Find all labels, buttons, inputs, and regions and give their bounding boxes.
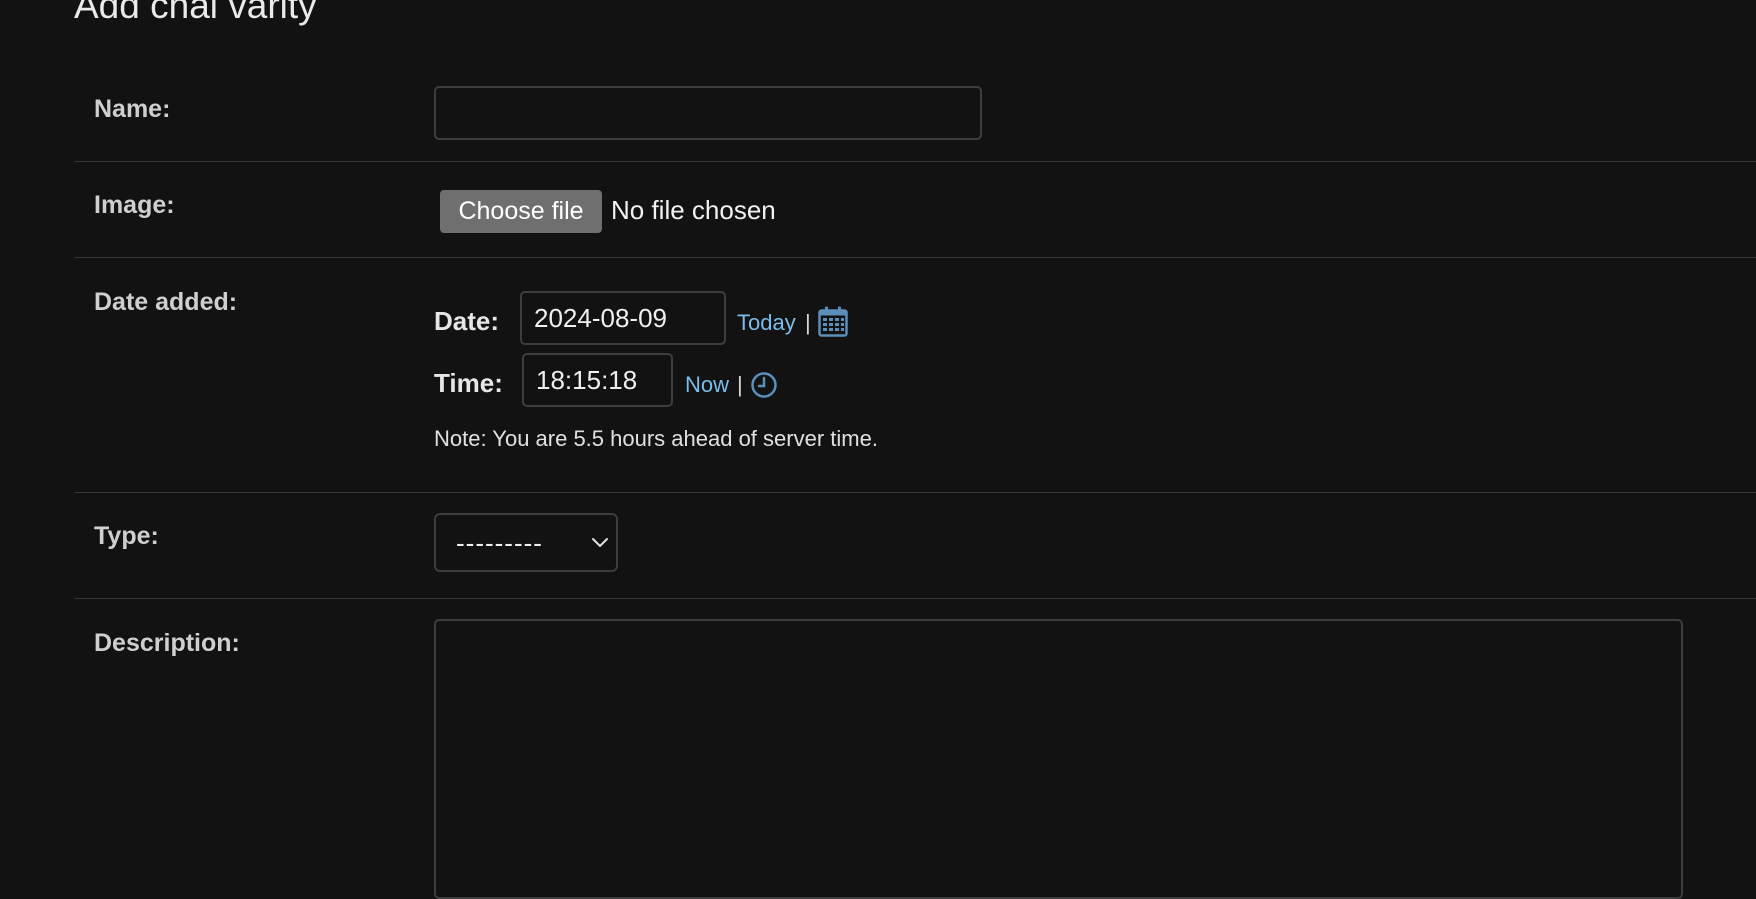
file-status-text: No file chosen bbox=[611, 195, 776, 225]
time-sublabel: Time: bbox=[434, 368, 503, 398]
form-row-date-added: Date added: bbox=[74, 258, 1756, 493]
form-row-name: Name: bbox=[74, 0, 1756, 162]
name-label: Name: bbox=[94, 95, 171, 123]
type-select[interactable]: --------- bbox=[434, 513, 618, 572]
now-separator: | bbox=[737, 372, 743, 397]
date-added-label: Date added: bbox=[94, 288, 238, 316]
form-row-type: Type: bbox=[74, 492, 1756, 599]
type-selected-value: --------- bbox=[456, 528, 543, 558]
clock-icon[interactable] bbox=[750, 371, 778, 399]
form-row-image: Image: bbox=[74, 161, 1756, 258]
today-link[interactable]: Today bbox=[737, 310, 796, 336]
today-separator: | bbox=[805, 310, 811, 335]
calendar-icon[interactable] bbox=[818, 306, 848, 337]
type-label: Type: bbox=[94, 522, 159, 550]
chevron-down-icon bbox=[592, 538, 608, 547]
image-label: Image: bbox=[94, 191, 175, 219]
description-label: Description: bbox=[94, 629, 240, 657]
description-textarea[interactable] bbox=[434, 619, 1683, 899]
name-input[interactable] bbox=[434, 86, 982, 140]
timezone-note: Note: You are 5.5 hours ahead of server … bbox=[434, 426, 878, 451]
time-input[interactable] bbox=[522, 353, 673, 407]
date-sublabel: Date: bbox=[434, 306, 500, 336]
date-input[interactable] bbox=[520, 291, 726, 345]
choose-file-button[interactable]: Choose file bbox=[440, 190, 602, 233]
now-link[interactable]: Now bbox=[685, 372, 729, 398]
